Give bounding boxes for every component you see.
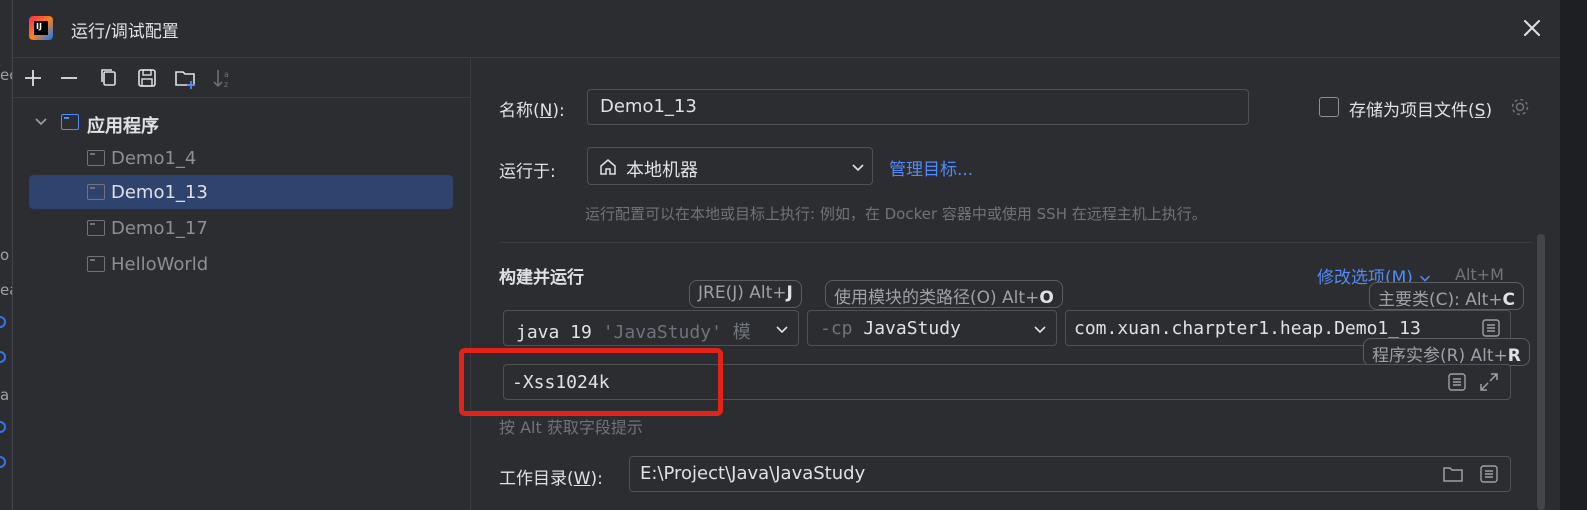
- chevron-down-icon: [35, 118, 47, 126]
- tree-item-label: HelloWorld: [111, 254, 209, 275]
- plus-icon: [25, 70, 41, 86]
- tree-group-application[interactable]: 应用程序: [29, 105, 453, 139]
- expand-icon: [1480, 373, 1498, 391]
- config-editor-panel: 名称(N): Demo1_13 存储为项目文件(S) 运行于: 本地机器 管理目…: [459, 58, 1561, 510]
- jre-value: java 19 'JavaStudy' 模: [516, 322, 751, 343]
- run-debug-config-dialog: IJ 运行/调试配置 az 应用程序 Demo1_4 Demo1_13 Demo…: [12, 0, 1560, 510]
- close-icon: [1524, 20, 1540, 36]
- chevron-down-icon: [852, 164, 864, 172]
- folder-icon: [1443, 467, 1463, 482]
- working-dir-value: E:\Project\Java\JavaStudy: [640, 463, 866, 484]
- expand-editor-button[interactable]: [1478, 371, 1500, 393]
- browse-folder-button[interactable]: [1442, 463, 1464, 485]
- list-icon: [1480, 465, 1498, 483]
- main-class-hint-chip: 主要类(C): Alt+C: [1369, 282, 1525, 310]
- copy-icon: [101, 69, 116, 86]
- browse-main-class-button[interactable]: [1480, 317, 1500, 337]
- tree-item-label: Demo1_17: [111, 218, 208, 239]
- working-dir-label: 工作目录(W):: [499, 469, 603, 489]
- run-config-icon: [87, 150, 105, 166]
- list-icon: [1448, 373, 1466, 391]
- application-icon: [61, 114, 79, 130]
- logo-text: IJ: [36, 22, 42, 31]
- run-on-hint: 运行配置可以在本地或目标上执行: 例如，在 Docker 容器中或使用 SSH …: [585, 205, 1207, 223]
- module-classpath-hint-chip: 使用模块的类路径(O) Alt+O: [825, 280, 1063, 308]
- minus-icon: [61, 77, 77, 79]
- name-input[interactable]: Demo1_13: [587, 89, 1249, 125]
- jre-hint-chip: JRE(J) Alt+J: [689, 280, 802, 308]
- remove-config-button[interactable]: [57, 66, 81, 90]
- close-button[interactable]: [1518, 14, 1546, 42]
- name-value: Demo1_13: [600, 96, 697, 117]
- run-on-value: 本地机器: [626, 160, 698, 181]
- background-text: a: [0, 386, 10, 404]
- config-tree-panel: az 应用程序 Demo1_4 Demo1_13 Demo1_17 HelloW…: [13, 58, 471, 510]
- classpath-module-select[interactable]: -cp JavaStudy: [807, 310, 1057, 346]
- tree-group-label: 应用程序: [87, 116, 159, 137]
- working-dir-input[interactable]: E:\Project\Java\JavaStudy: [629, 456, 1511, 492]
- dialog-titlebar: IJ 运行/调试配置: [13, 0, 1560, 58]
- sort-icon: az: [213, 70, 229, 89]
- store-as-project-file-checkbox[interactable]: [1319, 97, 1339, 117]
- home-icon: [600, 159, 616, 175]
- name-label: 名称(N):: [499, 101, 565, 121]
- svg-text:a: a: [224, 70, 229, 79]
- run-config-icon: [87, 256, 105, 272]
- main-class-value: com.xuan.charpter1.heap.Demo1_13: [1074, 318, 1421, 339]
- tree-item-label: Demo1_4: [111, 148, 197, 169]
- tree-item-demo1-17[interactable]: Demo1_17: [29, 211, 453, 245]
- section-divider: [499, 242, 1533, 243]
- vm-options-value: -Xss1024k: [512, 372, 610, 393]
- tree-item-demo1-4[interactable]: Demo1_4: [29, 141, 453, 175]
- run-on-select[interactable]: 本地机器: [587, 147, 873, 185]
- store-settings-button[interactable]: [1509, 96, 1531, 118]
- build-run-section-title: 构建并运行: [499, 268, 584, 288]
- gear-icon: [1511, 98, 1529, 116]
- list-icon: [1482, 319, 1500, 337]
- new-folder-button[interactable]: [173, 66, 197, 90]
- program-args-hint-chip: 程序实参(R) Alt+R: [1363, 338, 1530, 366]
- save-icon: [138, 69, 156, 87]
- run-config-icon: [87, 220, 105, 236]
- save-config-button[interactable]: [135, 66, 159, 90]
- add-config-button[interactable]: [21, 66, 45, 90]
- manage-targets-link[interactable]: 管理目标...: [889, 155, 973, 180]
- jre-select[interactable]: java 19 'JavaStudy' 模: [503, 310, 799, 346]
- dialog-title: 运行/调试配置: [71, 22, 179, 42]
- run-config-icon: [87, 184, 105, 200]
- tree-item-demo1-13[interactable]: Demo1_13: [29, 175, 453, 209]
- macros-button[interactable]: [1478, 463, 1498, 483]
- background-text: o: [0, 246, 10, 264]
- chevron-down-icon: [1034, 326, 1046, 334]
- svg-text:z: z: [224, 80, 228, 89]
- classpath-value: -cp JavaStudy: [820, 318, 961, 339]
- vm-options-input[interactable]: -Xss1024k: [503, 364, 1511, 400]
- tree-item-label: Demo1_13: [111, 182, 208, 203]
- intellij-logo-icon: IJ: [29, 16, 53, 40]
- new-folder-icon: [175, 71, 195, 89]
- vertical-scrollbar[interactable]: [1537, 234, 1545, 510]
- copy-config-button[interactable]: [97, 66, 121, 90]
- run-on-label: 运行于:: [499, 162, 556, 182]
- chevron-down-icon: [774, 321, 790, 337]
- tree-item-helloworld[interactable]: HelloWorld: [29, 247, 453, 281]
- tree-toolbar: az: [13, 58, 470, 98]
- alt-hint: 按 Alt 获取字段提示: [499, 418, 643, 437]
- expand-list-button[interactable]: [1446, 371, 1466, 391]
- sort-button[interactable]: az: [211, 66, 235, 90]
- store-as-project-file-label: 存储为项目文件(S): [1349, 101, 1493, 121]
